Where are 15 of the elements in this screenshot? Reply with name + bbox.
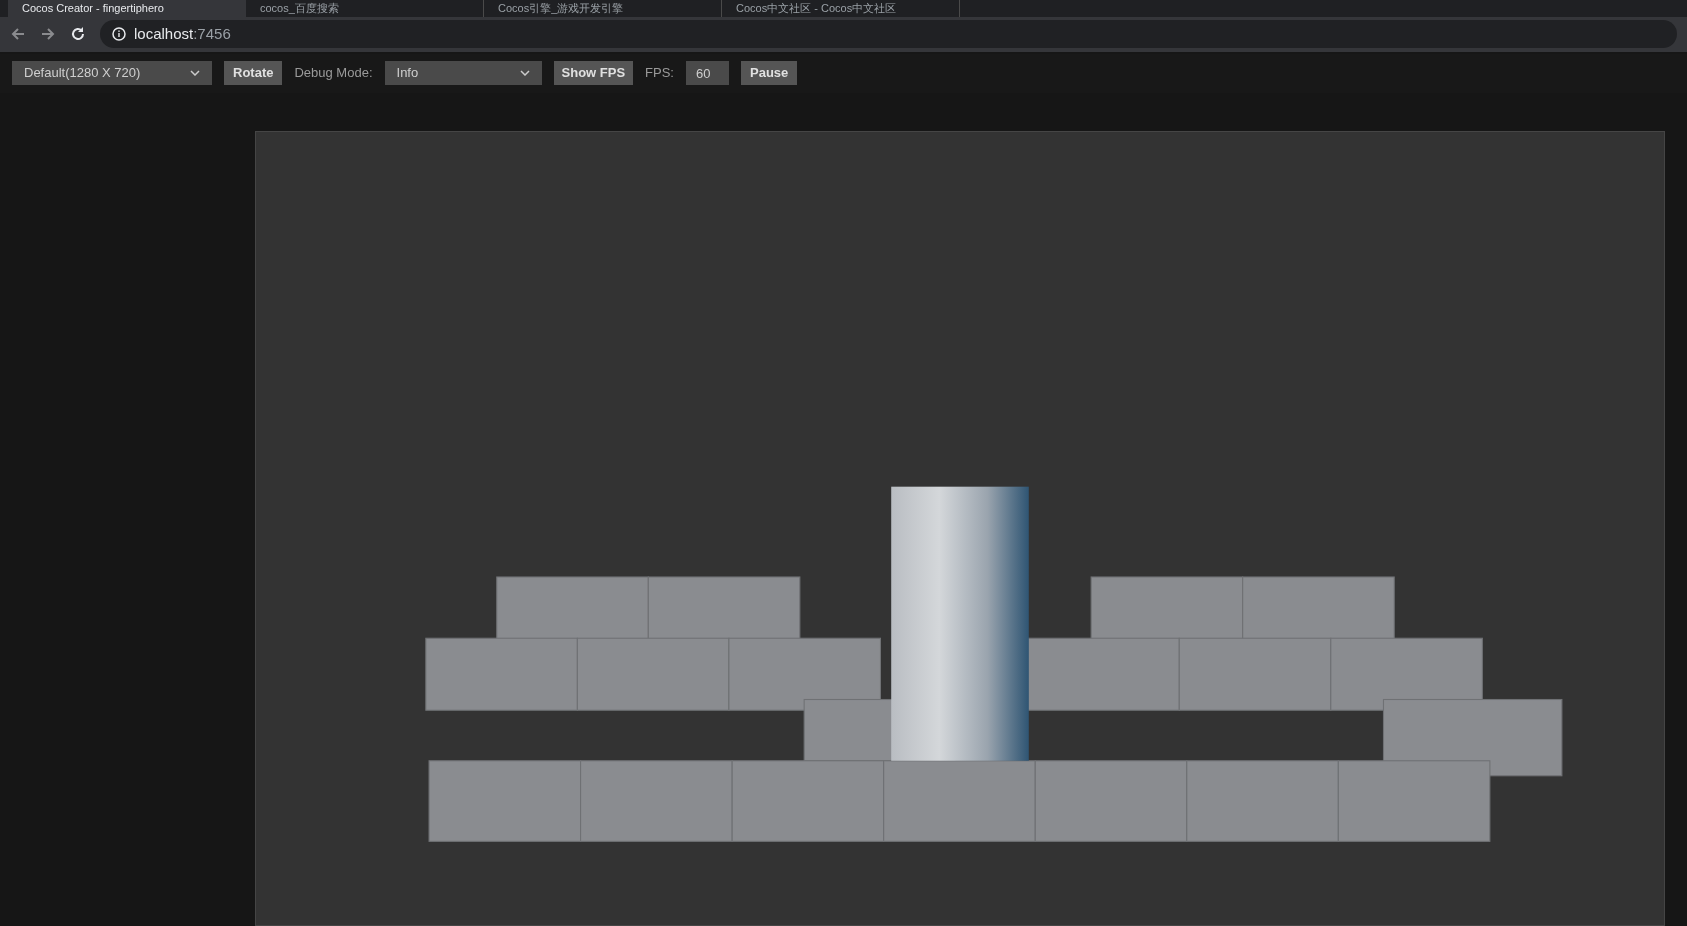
pause-button[interactable]: Pause (741, 61, 798, 86)
url-text: localhost:7456 (134, 24, 231, 45)
info-icon[interactable] (112, 27, 126, 42)
browser-tab[interactable]: Cocos Creator - fingertiphero (8, 0, 246, 17)
reload-icon[interactable] (70, 26, 86, 43)
debug-mode-label: Debug Mode: (294, 64, 373, 83)
chevron-icon (190, 70, 200, 77)
fps-label: FPS: (645, 64, 674, 83)
fps-input[interactable]: 60 (686, 61, 729, 86)
debug-mode-select[interactable]: Info (384, 61, 542, 86)
address-bar[interactable]: localhost:7456 (100, 20, 1677, 49)
show-fps-button[interactable]: Show FPS (553, 61, 634, 86)
rotate-button[interactable]: Rotate (224, 61, 283, 86)
chevron-icon (519, 70, 530, 77)
resolution-select[interactable]: Default(1280 X 720) (12, 61, 212, 86)
